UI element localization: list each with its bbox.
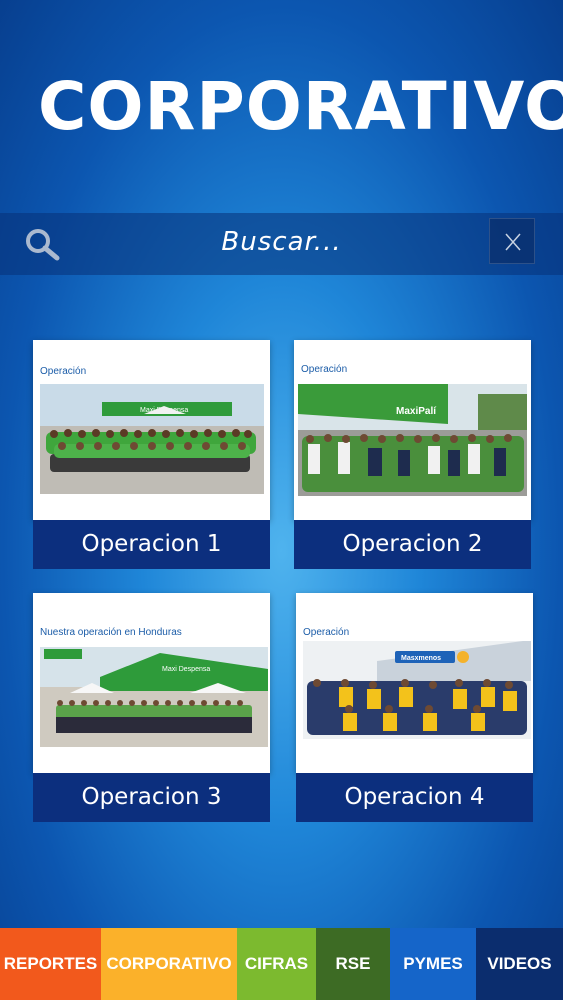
card-photo[interactable]: Operación Masxmenos	[296, 593, 533, 773]
card-label[interactable]: Operacion 3	[33, 773, 270, 822]
card-label[interactable]: Operacion 4	[296, 773, 533, 822]
card-caption: Operación	[40, 366, 87, 377]
store-sign: Maxi Despensa	[162, 666, 210, 673]
card-photo[interactable]: Operación Maxi Despensa	[33, 340, 270, 520]
nav-tab-reportes[interactable]: REPORTES	[0, 928, 101, 1000]
search-bar[interactable]: Buscar...	[0, 213, 563, 275]
nav-tab-corporativo[interactable]: CORPORATIVO	[101, 928, 237, 1000]
card-operacion-4[interactable]: Operación Masxmenos Operacion 4	[296, 593, 533, 822]
page-title: CORPORATIVO	[38, 68, 563, 145]
store-sign: MaxiPalí	[396, 406, 437, 417]
nav-tab-pymes[interactable]: PYMES	[390, 928, 476, 1000]
close-icon	[505, 233, 521, 251]
group-photo: Maxi Despensa	[40, 647, 268, 747]
card-operacion-3[interactable]: Nuestra operación en Honduras Maxi Despe…	[33, 593, 270, 822]
nav-tab-videos[interactable]: VIDEOS	[476, 928, 563, 1000]
card-caption: Operación	[303, 627, 350, 638]
nav-tab-cifras[interactable]: CIFRAS	[237, 928, 316, 1000]
group-photo: MaxiPalí	[298, 384, 527, 496]
card-operacion-2[interactable]: Operación MaxiPalí Operacion 2	[294, 340, 531, 569]
card-caption: Nuestra operación en Honduras	[40, 627, 182, 638]
card-caption: Operación	[301, 364, 348, 375]
group-photo: Masxmenos	[303, 641, 531, 739]
nav-tab-rse[interactable]: RSE	[316, 928, 390, 1000]
bottom-nav: REPORTES CORPORATIVO CIFRAS RSE PYMES VI…	[0, 928, 563, 1000]
card-operacion-1[interactable]: Operación Maxi Despensa	[33, 340, 270, 569]
card-label[interactable]: Operacion 2	[294, 520, 531, 569]
search-input[interactable]: Buscar...	[0, 227, 563, 257]
group-photo: Maxi Despensa	[40, 384, 264, 494]
card-photo[interactable]: Operación MaxiPalí	[294, 340, 531, 520]
clear-search-button[interactable]	[489, 218, 535, 264]
card-photo[interactable]: Nuestra operación en Honduras Maxi Despe…	[33, 593, 270, 773]
store-sign: Masxmenos	[401, 655, 441, 662]
card-label[interactable]: Operacion 1	[33, 520, 270, 569]
